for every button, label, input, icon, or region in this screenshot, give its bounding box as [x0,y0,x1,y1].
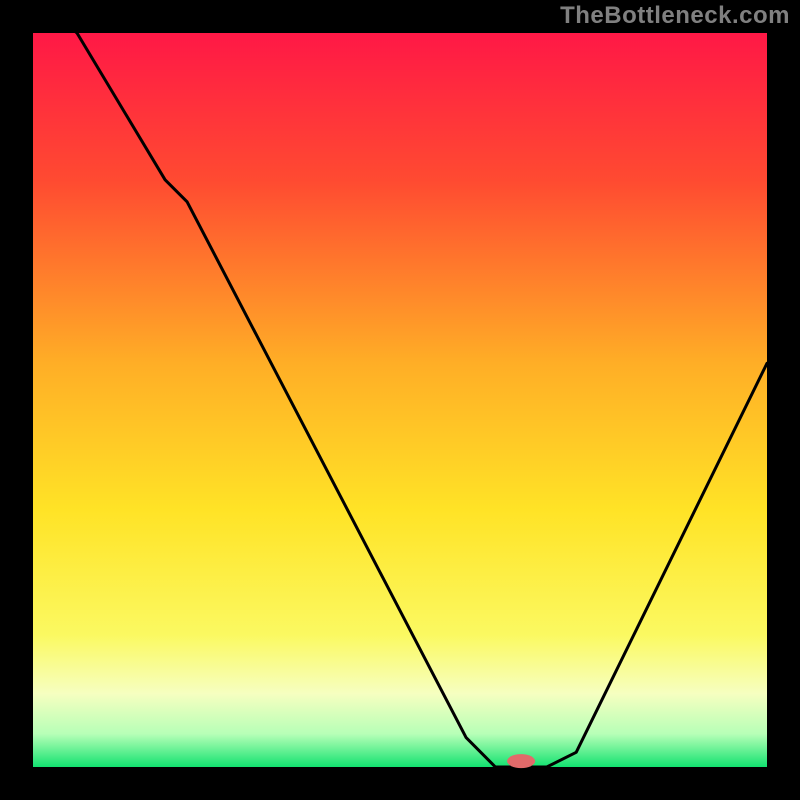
optimal-marker [507,754,535,768]
bottleneck-chart [0,0,800,800]
figure: TheBottleneck.com [0,0,800,800]
watermark-text: TheBottleneck.com [560,2,790,30]
